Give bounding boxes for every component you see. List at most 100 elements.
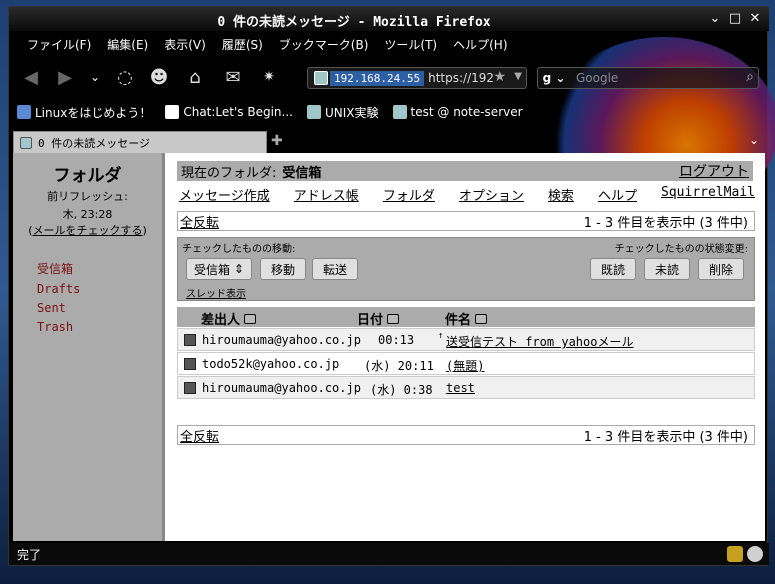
toggle-all-link[interactable]: 全反転 bbox=[180, 426, 219, 445]
back-icon[interactable]: ◀ bbox=[19, 65, 43, 89]
move-folder-select[interactable]: 受信箱 ⇕ bbox=[186, 258, 252, 280]
search-link[interactable]: 検索 bbox=[548, 185, 574, 204]
status-change-label: チェックしたものの状態変更: bbox=[614, 244, 748, 255]
message-list: 差出人 日付 件名 hiroumauma@yahoo.co.jp 00:13 ↑… bbox=[177, 307, 755, 399]
thread-view-link[interactable]: スレッド表示 bbox=[186, 285, 246, 300]
current-folder-label: 現在のフォルダ: bbox=[181, 165, 277, 181]
url-bar[interactable]: 192.168.24.55 https://192 ★ ▼ bbox=[307, 67, 527, 89]
history-dropdown-icon[interactable]: ⌄ bbox=[83, 65, 107, 89]
bookmark-icon bbox=[392, 105, 407, 119]
message-subject[interactable]: (無題) bbox=[446, 357, 484, 374]
help-link[interactable]: ヘルプ bbox=[598, 185, 637, 204]
maximize-icon[interactable]: □ bbox=[727, 11, 743, 27]
col-subject[interactable]: 件名 bbox=[445, 309, 488, 328]
table-row[interactable]: hiroumauma@yahoo.co.jp 00:13 ↑ 送受信テスト fr… bbox=[177, 328, 755, 351]
paging-bar-bottom: 全反転 1 - 3 件目を表示中 (3 件中) bbox=[177, 425, 755, 445]
addresses-link[interactable]: アドレス帳 bbox=[294, 185, 359, 204]
reload-icon[interactable]: ◌ bbox=[113, 65, 137, 89]
folders-link[interactable]: フォルダ bbox=[383, 185, 435, 204]
menu-history[interactable]: 履歴(S) bbox=[214, 33, 271, 55]
lock-icon[interactable] bbox=[727, 546, 743, 562]
new-tab-icon[interactable]: ✚ bbox=[271, 133, 283, 149]
menu-view[interactable]: 表示(V) bbox=[156, 33, 214, 55]
bookmark-item[interactable]: Linuxをはじめよう！ bbox=[17, 104, 151, 121]
folder-drafts[interactable]: Drafts bbox=[37, 282, 162, 296]
mark-read-button[interactable]: 既読 bbox=[590, 258, 636, 280]
sort-icon[interactable] bbox=[387, 313, 400, 324]
squirrelmail-link[interactable]: SquirrelMail bbox=[661, 185, 755, 203]
folder-pane: フォルダ 前リフレッシュ: 木, 23:28 (メールをチェックする) 受信箱 … bbox=[13, 153, 165, 541]
bookmark-item[interactable]: test @ note-server bbox=[392, 105, 523, 119]
page-content: フォルダ 前リフレッシュ: 木, 23:28 (メールをチェックする) 受信箱 … bbox=[13, 153, 765, 541]
close-icon[interactable]: ✕ bbox=[747, 11, 763, 27]
message-count: 1 - 3 件目を表示中 (3 件中) bbox=[583, 429, 748, 445]
menu-bar: ファイル(F) 編集(E) 表示(V) 履歴(S) ブックマーク(B) ツール(… bbox=[9, 33, 769, 55]
google-engine-icon[interactable]: g ⌄ bbox=[538, 68, 570, 88]
tab-active[interactable]: 0 件の未読メッセージ bbox=[13, 131, 267, 153]
message-from: hiroumauma@yahoo.co.jp bbox=[202, 333, 361, 347]
bookmark-icon bbox=[165, 105, 180, 119]
sort-icon[interactable] bbox=[244, 313, 257, 324]
title-bar: 0 件の未読メッセージ - Mozilla Firefox ⌄ □ ✕ bbox=[9, 7, 769, 31]
move-label: チェックしたものの移動: bbox=[182, 244, 296, 255]
minimize-icon[interactable]: ⌄ bbox=[707, 11, 723, 27]
bookmark-item[interactable]: Chat:Let's Begin... bbox=[165, 105, 293, 119]
logout-link[interactable]: ログアウト bbox=[679, 161, 749, 181]
message-checkbox[interactable] bbox=[184, 334, 196, 346]
col-from[interactable]: 差出人 bbox=[201, 309, 257, 328]
search-bar[interactable]: g ⌄ Google ⌕ bbox=[537, 67, 759, 89]
stop-icon[interactable]: ☻ bbox=[147, 65, 171, 89]
menu-bookmarks[interactable]: ブックマーク(B) bbox=[271, 33, 377, 55]
tab-list-icon[interactable]: ⌄ bbox=[749, 133, 759, 147]
bookmark-icon bbox=[306, 105, 321, 119]
message-from: todo52k@yahoo.co.jp bbox=[202, 357, 340, 371]
status-bar: 完了 bbox=[9, 543, 769, 565]
menu-file[interactable]: ファイル(F) bbox=[19, 33, 99, 55]
site-identity-icon[interactable] bbox=[314, 71, 328, 85]
message-subject[interactable]: 送受信テスト from yahooメール bbox=[446, 333, 633, 350]
bookmarks-toolbar: Linuxをはじめよう！ Chat:Let's Begin... UNIX実験 … bbox=[9, 101, 769, 123]
search-icon[interactable]: ⌕ bbox=[746, 69, 754, 85]
col-date[interactable]: 日付 bbox=[357, 309, 400, 328]
message-subject[interactable]: test bbox=[446, 381, 475, 395]
squirrelmail-menu: メッセージ作成 アドレス帳 フォルダ オプション 検索 ヘルプ Squirrel… bbox=[179, 185, 755, 204]
options-link[interactable]: オプション bbox=[459, 185, 524, 204]
window-title: 0 件の未読メッセージ - Mozilla Firefox bbox=[217, 15, 491, 30]
extension-icon[interactable]: ✷ bbox=[257, 65, 281, 89]
action-box: チェックしたものの移動: チェックしたものの状態変更: 受信箱 ⇕ 移動 転送 … bbox=[177, 237, 755, 301]
table-row[interactable]: hiroumauma@yahoo.co.jp (水) 0:38 test bbox=[177, 376, 755, 399]
table-row[interactable]: todo52k@yahoo.co.jp (水) 20:11 (無題) bbox=[177, 352, 755, 375]
check-mail-link[interactable]: メールをチェックする bbox=[33, 224, 143, 237]
menu-tools[interactable]: ツール(T) bbox=[376, 33, 445, 55]
home-icon[interactable]: ⌂ bbox=[183, 65, 207, 89]
folder-sent[interactable]: Sent bbox=[37, 301, 162, 315]
addon-icon[interactable] bbox=[747, 546, 763, 562]
sort-icon[interactable] bbox=[475, 313, 488, 324]
folder-pane-title: フォルダ bbox=[53, 166, 122, 186]
bookmark-page-icon[interactable]: ✉ bbox=[221, 65, 245, 89]
current-folder-name: 受信箱 bbox=[282, 165, 322, 181]
mark-unread-button[interactable]: 未読 bbox=[644, 258, 690, 280]
menu-help[interactable]: ヘルプ(H) bbox=[445, 33, 515, 55]
menu-edit[interactable]: 編集(E) bbox=[99, 33, 156, 55]
current-folder-bar: 現在のフォルダ: 受信箱 ログアウト bbox=[177, 161, 753, 181]
forward-button[interactable]: 転送 bbox=[312, 258, 358, 280]
browser-window: 0 件の未読メッセージ - Mozilla Firefox ⌄ □ ✕ ファイル… bbox=[8, 6, 775, 566]
last-refresh-label: 前リフレッシュ: bbox=[47, 190, 128, 203]
folder-trash[interactable]: Trash bbox=[37, 320, 162, 334]
bookmark-item[interactable]: UNIX実験 bbox=[306, 104, 379, 121]
star-icon[interactable]: ★ bbox=[493, 69, 506, 85]
compose-link[interactable]: メッセージ作成 bbox=[179, 185, 270, 204]
search-placeholder: Google bbox=[576, 71, 619, 85]
delete-button[interactable]: 削除 bbox=[698, 258, 744, 280]
url-dropdown-icon[interactable]: ▼ bbox=[514, 71, 522, 82]
message-checkbox[interactable] bbox=[184, 382, 196, 394]
forward-icon[interactable]: ▶ bbox=[53, 65, 77, 89]
folder-inbox[interactable]: 受信箱 bbox=[37, 260, 162, 277]
message-checkbox[interactable] bbox=[184, 358, 196, 370]
tab-favicon-icon bbox=[20, 136, 32, 149]
move-button[interactable]: 移動 bbox=[260, 258, 306, 280]
toggle-all-link[interactable]: 全反転 bbox=[180, 212, 219, 231]
message-list-header: 差出人 日付 件名 bbox=[177, 307, 755, 328]
tab-bar: 0 件の未読メッセージ ✚ ⌄ bbox=[9, 131, 769, 153]
